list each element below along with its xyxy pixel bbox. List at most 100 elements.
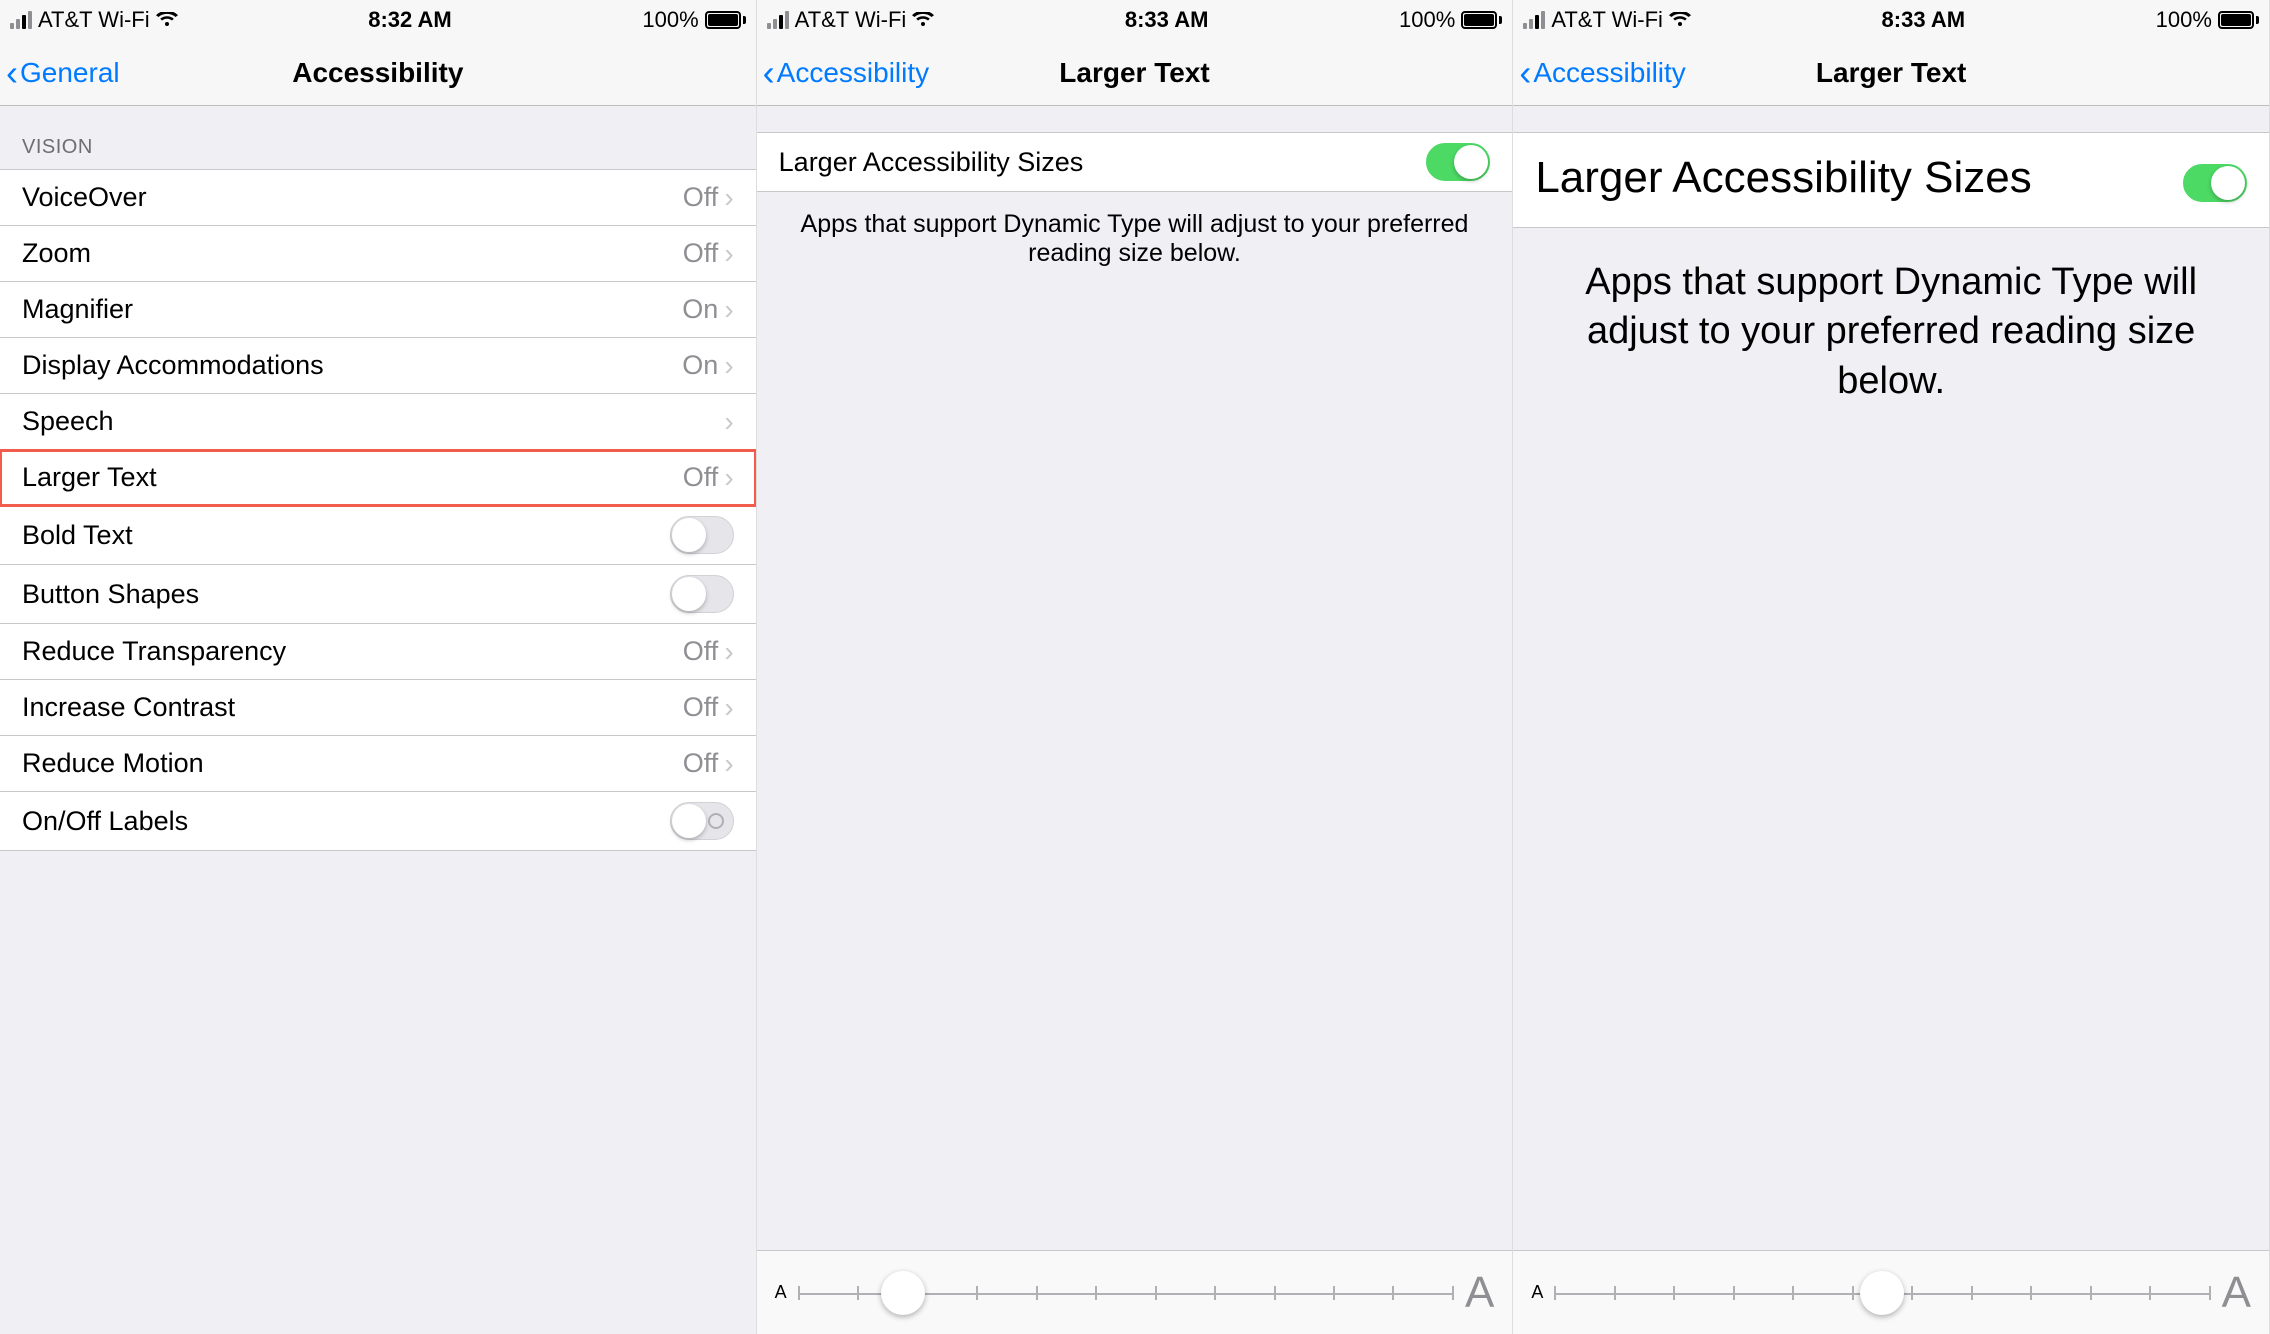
- small-a-icon: A: [1531, 1282, 1543, 1303]
- row-display-accommodations[interactable]: Display Accommodations On ›: [0, 338, 756, 394]
- row-larger-text[interactable]: Larger Text Off ›: [0, 450, 756, 506]
- row-label: Display Accommodations: [22, 350, 682, 381]
- back-label: Accessibility: [1533, 57, 1685, 89]
- row-value: On: [682, 350, 718, 381]
- screen-larger-text-small: AT&T Wi-Fi 8:33 AM 100% ‹ Accessibility …: [757, 0, 1514, 1334]
- chevron-left-icon: ‹: [763, 55, 775, 91]
- status-time: 8:33 AM: [1882, 7, 1966, 33]
- large-a-icon: A: [2222, 1268, 2251, 1318]
- nav-bar: ‹ Accessibility Larger Text: [757, 40, 1513, 106]
- settings-list: VoiceOver Off › Zoom Off › Magnifier On …: [0, 169, 756, 851]
- screen-larger-text-big: AT&T Wi-Fi 8:33 AM 100% ‹ Accessibility …: [1513, 0, 2270, 1334]
- wifi-icon: [156, 12, 178, 28]
- row-label: On/Off Labels: [22, 806, 670, 837]
- back-label: Accessibility: [777, 57, 929, 89]
- cell-signal-icon: [1523, 11, 1545, 29]
- carrier-label: AT&T Wi-Fi: [795, 7, 907, 33]
- chevron-right-icon: ›: [724, 636, 733, 668]
- wifi-icon: [912, 12, 934, 28]
- chevron-right-icon: ›: [724, 406, 733, 438]
- chevron-right-icon: ›: [724, 692, 733, 724]
- row-label: Larger Accessibility Sizes: [1535, 153, 2183, 203]
- row-magnifier[interactable]: Magnifier On ›: [0, 282, 756, 338]
- row-label: Larger Accessibility Sizes: [779, 147, 1427, 178]
- cell-signal-icon: [10, 11, 32, 29]
- dynamic-type-description: Apps that support Dynamic Type will adju…: [757, 192, 1513, 286]
- back-button[interactable]: ‹ Accessibility: [1513, 55, 1685, 91]
- battery-percent: 100%: [1399, 7, 1455, 33]
- toggle-larger-accessibility-sizes[interactable]: [2183, 164, 2247, 202]
- battery-icon: [1461, 11, 1502, 29]
- row-label: Reduce Motion: [22, 748, 683, 779]
- row-bold-text: Bold Text: [0, 506, 756, 565]
- row-label: Bold Text: [22, 520, 670, 551]
- back-label: General: [20, 57, 120, 89]
- toggle-button-shapes[interactable]: [670, 575, 734, 613]
- row-button-shapes: Button Shapes: [0, 565, 756, 624]
- chevron-right-icon: ›: [724, 462, 733, 494]
- chevron-right-icon: ›: [724, 748, 733, 780]
- row-value: Off: [683, 462, 719, 493]
- row-speech[interactable]: Speech ›: [0, 394, 756, 450]
- battery-percent: 100%: [2156, 7, 2212, 33]
- toggle-larger-accessibility-sizes[interactable]: [1426, 143, 1490, 181]
- row-reduce-transparency[interactable]: Reduce Transparency Off ›: [0, 624, 756, 680]
- nav-bar: ‹ General Accessibility: [0, 40, 756, 106]
- screen-accessibility: AT&T Wi-Fi 8:32 AM 100% ‹ General Access…: [0, 0, 757, 1334]
- small-a-icon: A: [775, 1282, 787, 1303]
- battery-icon: [705, 11, 746, 29]
- dynamic-type-description: Apps that support Dynamic Type will adju…: [1513, 228, 2269, 436]
- section-header-vision: VISION: [0, 106, 756, 169]
- row-label: Zoom: [22, 238, 683, 269]
- status-bar: AT&T Wi-Fi 8:33 AM 100%: [1513, 0, 2269, 40]
- battery-icon: [2218, 11, 2259, 29]
- row-value: Off: [683, 692, 719, 723]
- toggle-bold-text[interactable]: [670, 516, 734, 554]
- wifi-icon: [1669, 12, 1691, 28]
- settings-list: Larger Accessibility Sizes: [1513, 132, 2269, 228]
- row-value: Off: [683, 182, 719, 213]
- row-increase-contrast[interactable]: Increase Contrast Off ›: [0, 680, 756, 736]
- row-value: Off: [683, 636, 719, 667]
- chevron-left-icon: ‹: [6, 55, 18, 91]
- row-label: Magnifier: [22, 294, 682, 325]
- chevron-right-icon: ›: [724, 182, 733, 214]
- text-size-slider[interactable]: [1555, 1273, 2209, 1313]
- row-onoff-labels: On/Off Labels: [0, 792, 756, 850]
- back-button[interactable]: ‹ Accessibility: [757, 55, 929, 91]
- nav-bar: ‹ Accessibility Larger Text: [1513, 40, 2269, 106]
- row-label: Increase Contrast: [22, 692, 683, 723]
- row-value: Off: [683, 748, 719, 779]
- chevron-right-icon: ›: [724, 350, 733, 382]
- text-size-slider[interactable]: [799, 1273, 1453, 1313]
- battery-percent: 100%: [642, 7, 698, 33]
- row-voiceover[interactable]: VoiceOver Off ›: [0, 170, 756, 226]
- row-reduce-motion[interactable]: Reduce Motion Off ›: [0, 736, 756, 792]
- status-time: 8:33 AM: [1125, 7, 1209, 33]
- row-larger-accessibility-sizes: Larger Accessibility Sizes: [1513, 133, 2269, 227]
- chevron-right-icon: ›: [724, 294, 733, 326]
- settings-list: Larger Accessibility Sizes: [757, 132, 1513, 192]
- row-value: Off: [683, 238, 719, 269]
- text-size-slider-bar: A A: [757, 1250, 1513, 1334]
- row-label: Reduce Transparency: [22, 636, 683, 667]
- carrier-label: AT&T Wi-Fi: [38, 7, 150, 33]
- row-zoom[interactable]: Zoom Off ›: [0, 226, 756, 282]
- status-time: 8:32 AM: [368, 7, 452, 33]
- status-bar: AT&T Wi-Fi 8:32 AM 100%: [0, 0, 756, 40]
- large-a-icon: A: [1465, 1268, 1494, 1318]
- toggle-onoff-labels[interactable]: [670, 802, 734, 840]
- row-larger-accessibility-sizes: Larger Accessibility Sizes: [757, 133, 1513, 191]
- text-size-slider-bar: A A: [1513, 1250, 2269, 1334]
- cell-signal-icon: [767, 11, 789, 29]
- status-bar: AT&T Wi-Fi 8:33 AM 100%: [757, 0, 1513, 40]
- row-label: Larger Text: [22, 462, 683, 493]
- row-label: VoiceOver: [22, 182, 683, 213]
- row-label: Button Shapes: [22, 579, 670, 610]
- back-button[interactable]: ‹ General: [0, 55, 120, 91]
- carrier-label: AT&T Wi-Fi: [1551, 7, 1663, 33]
- chevron-right-icon: ›: [724, 238, 733, 270]
- row-label: Speech: [22, 406, 724, 437]
- row-value: On: [682, 294, 718, 325]
- chevron-left-icon: ‹: [1519, 55, 1531, 91]
